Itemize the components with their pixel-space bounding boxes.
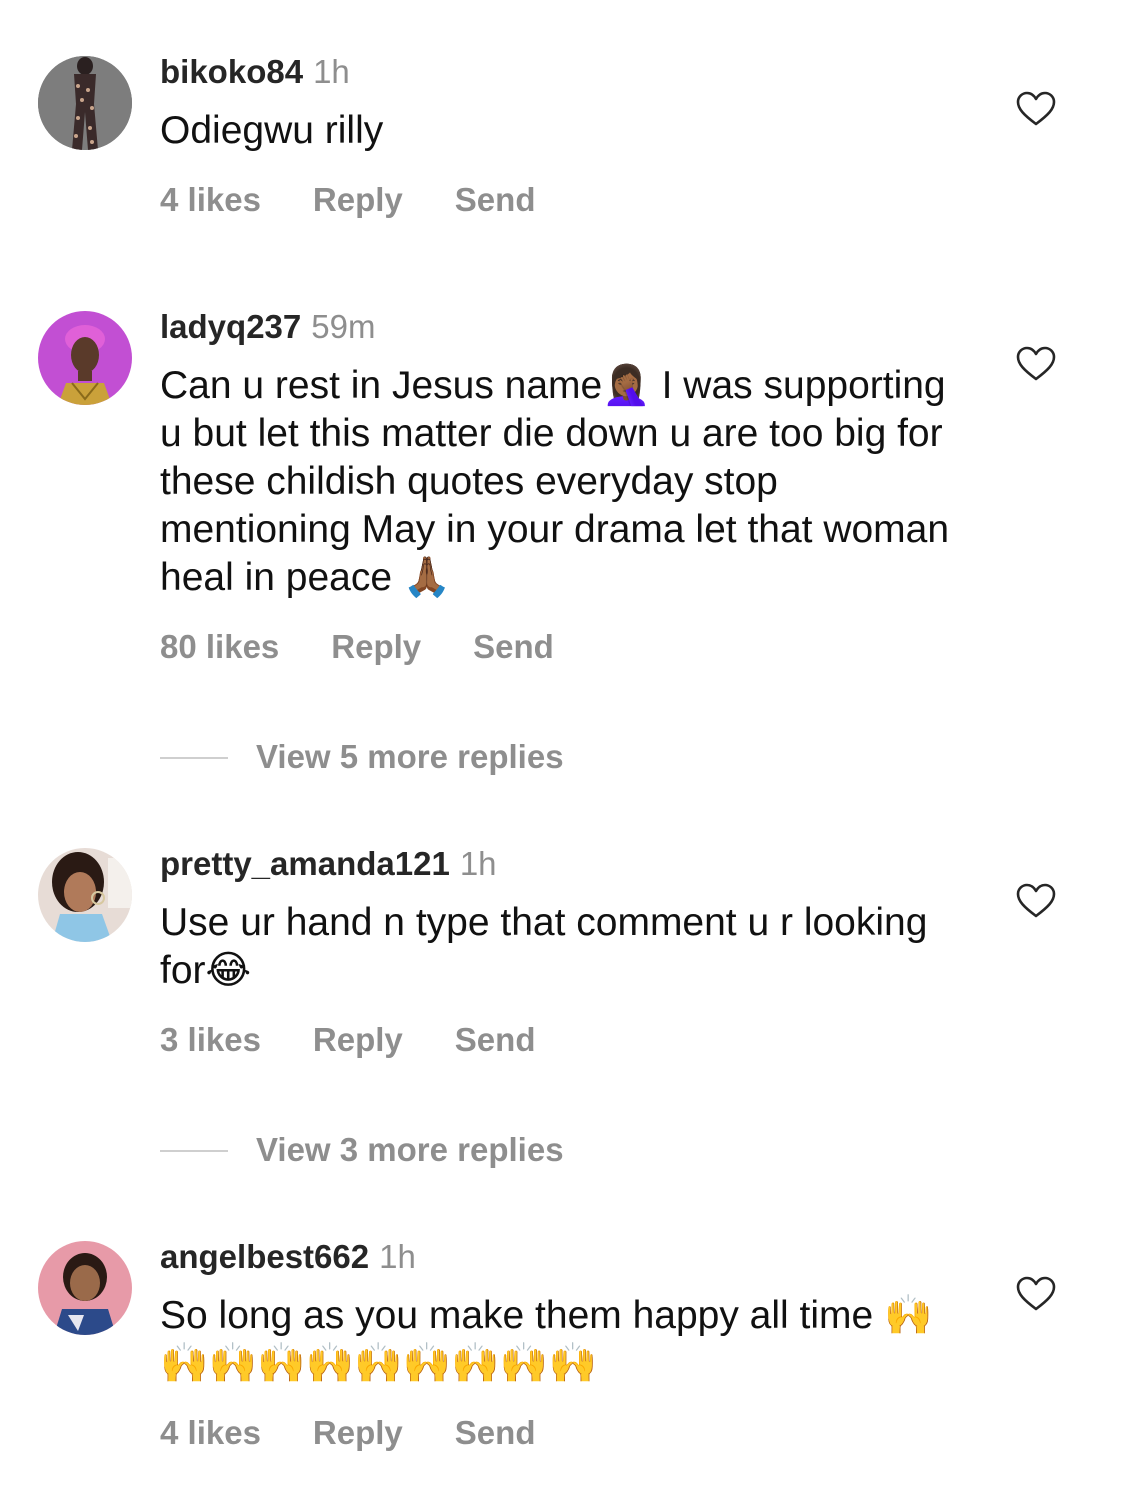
reply-button[interactable]: Reply — [313, 1413, 403, 1453]
heart-outline-icon[interactable] — [1016, 1276, 1056, 1312]
timestamp: 1h — [379, 1238, 416, 1275]
comment-actions: 4 likes Reply Send — [160, 1413, 535, 1453]
comment-text: So long as you make them happy all time … — [160, 1292, 960, 1388]
comment-item: angelbest662 1h So long as you make them … — [0, 0, 1125, 1498]
comment-text-part: So long as you make them happy all time — [160, 1294, 874, 1337]
send-button[interactable]: Send — [455, 1413, 536, 1453]
avatar[interactable] — [38, 1241, 132, 1335]
likes-count[interactable]: 4 likes — [160, 1413, 261, 1453]
comment-header: angelbest662 1h — [160, 1237, 416, 1277]
username[interactable]: angelbest662 — [160, 1238, 369, 1275]
